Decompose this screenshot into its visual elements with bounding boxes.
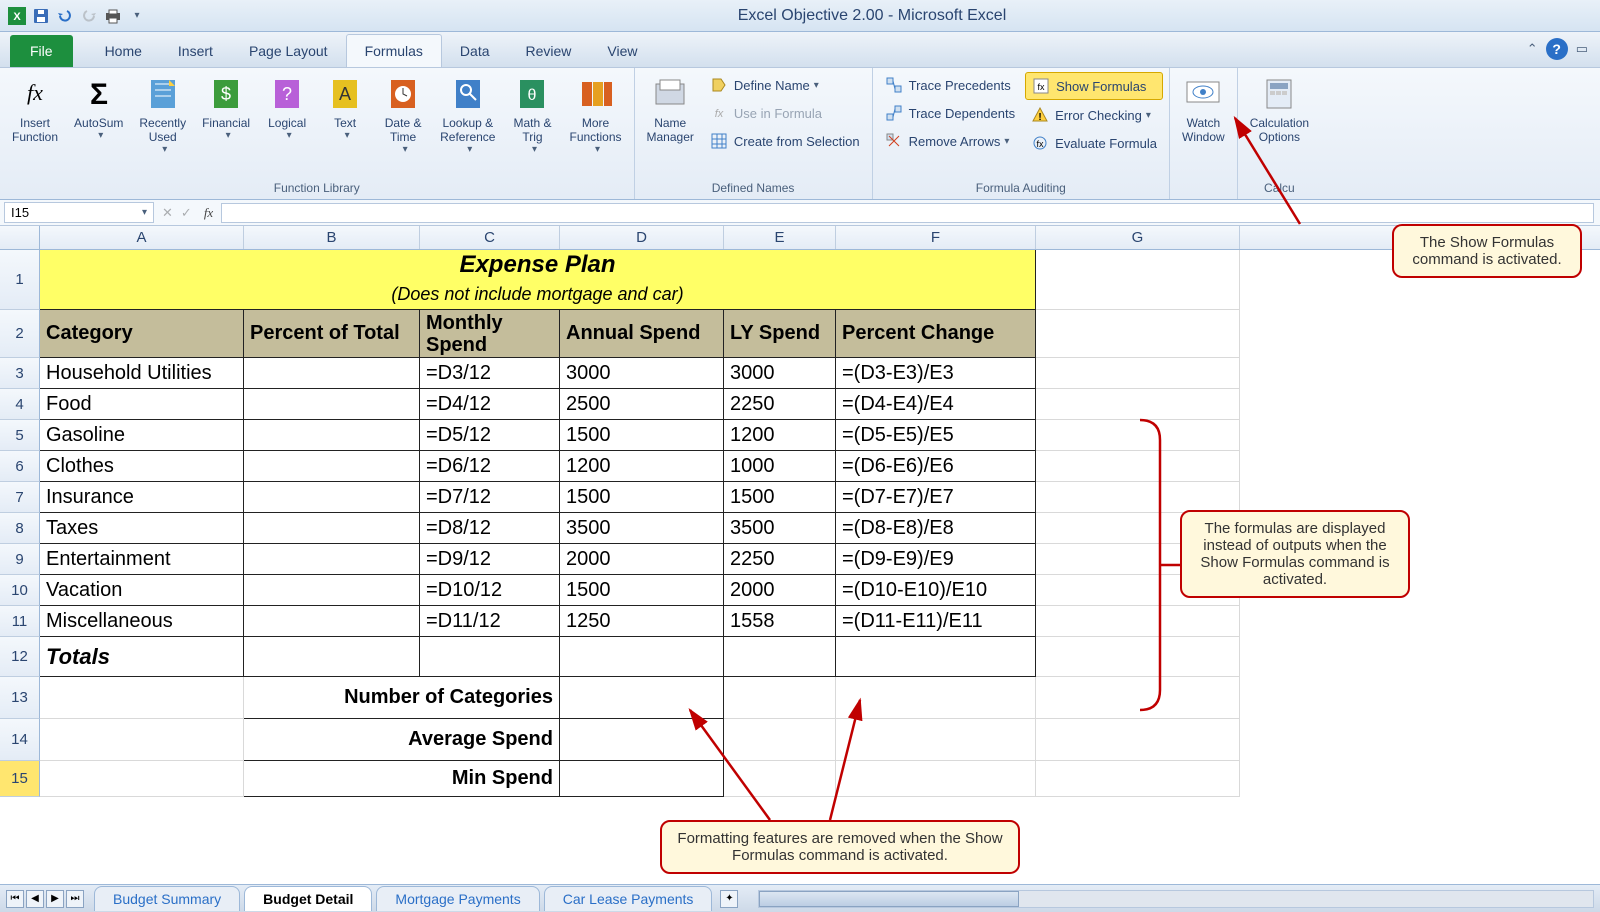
callout-formulas-displayed: The formulas are displayed instead of ou… (1180, 510, 1410, 598)
callout-show-formulas: The Show Formulas command is activated. (1392, 224, 1582, 278)
callout-formatting-removed: Formatting features are removed when the… (660, 820, 1020, 874)
